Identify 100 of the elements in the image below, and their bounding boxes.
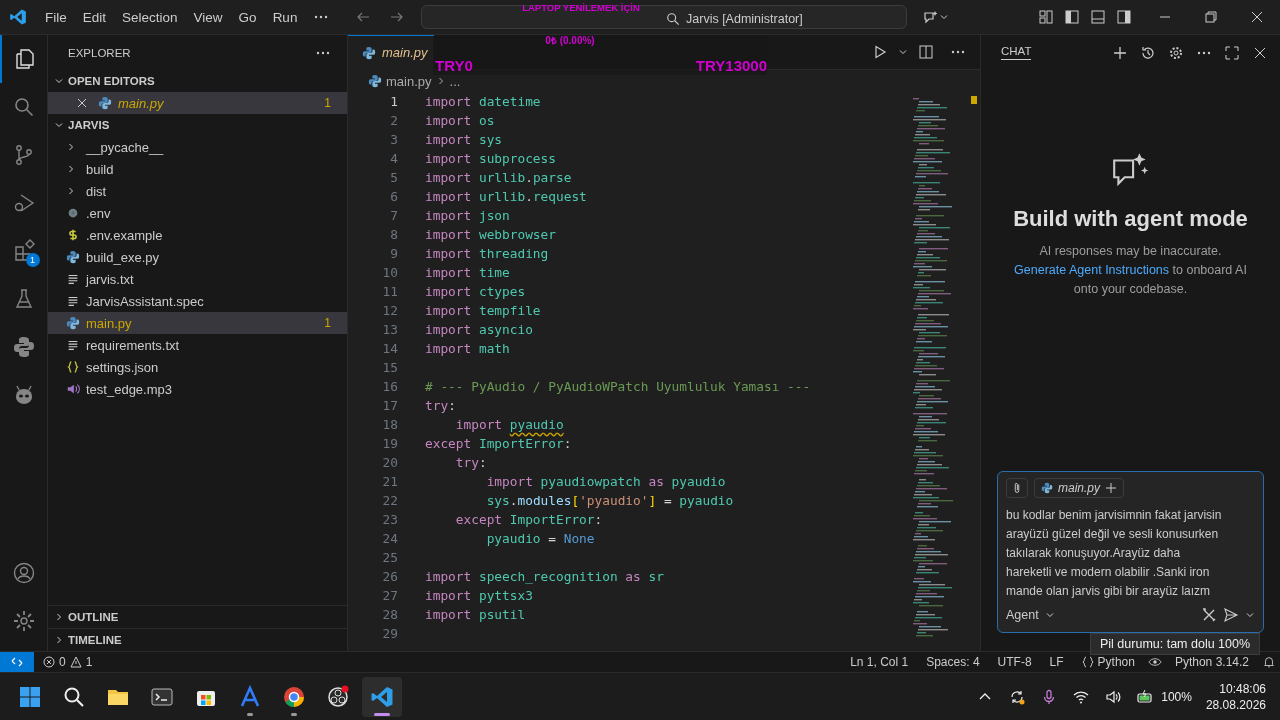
file-tree-item[interactable]: build_exe.py	[48, 246, 347, 268]
line-number: 22	[381, 493, 398, 508]
breadcrumb-item[interactable]: ...	[449, 73, 461, 89]
line-number: 7	[389, 208, 398, 223]
code-line: import datetime	[425, 94, 541, 109]
file-tree-item[interactable]: .env.example	[48, 224, 347, 246]
overlay-amount: 0₺ (0.00%)	[544, 34, 596, 47]
problem-count: 1	[324, 316, 331, 330]
message-field[interactable]: bu kodlar benim jarvisimnin fakat jarvisin arayüzü güzel değil ve sesli konusurken takılarak konuşuyor.Arayüz daha hareketli ve modern olabilir .Sanki iron mande olan jarvis gibi bir arayüz laızm	[1006, 506, 1227, 604]
code-line: import asyncio	[425, 322, 533, 337]
status-item[interactable]: Spaces: 4	[917, 655, 989, 669]
status-item[interactable]: UTF-8	[988, 655, 1041, 669]
clock-time[interactable]: 10:48:06	[1219, 680, 1266, 697]
code-line: import os	[425, 113, 495, 128]
file-tree-item[interactable]: dist	[48, 180, 347, 202]
file-tree-item[interactable]: settings.json	[48, 356, 347, 378]
attachment-chip[interactable]: main.py	[1034, 478, 1125, 498]
file-tree-item[interactable]: main.py 1	[48, 312, 347, 334]
overlay-start-amount: TRY0	[435, 57, 473, 74]
line-number: 26	[381, 569, 398, 584]
file-tree-item[interactable]: __pycache__	[48, 136, 347, 158]
editor-tab[interactable]: main.py	[348, 34, 434, 70]
overlay-heading: LAPTOP YENİLEMEK İÇİN	[521, 2, 641, 13]
error-count[interactable]: 0	[59, 655, 66, 669]
warning-count[interactable]: 1	[85, 655, 93, 669]
overlay-goal-amount: TRY13000	[695, 57, 767, 74]
code-line: pyaudio = None	[485, 531, 595, 546]
code-line: try:	[425, 398, 456, 413]
line-number: 24	[381, 531, 398, 546]
code-line: import json	[425, 208, 510, 223]
code-line: import webbrowser	[425, 227, 556, 242]
code-line: import pyttsx3	[425, 588, 533, 603]
code-line: import threading	[425, 246, 549, 261]
line-number: 16	[381, 379, 398, 394]
code-line: sys.modules['pyaudio'] = pyaudio	[485, 493, 734, 508]
line-number: 20	[381, 455, 398, 470]
code-line: # --- PyAudio / PyAudioWPatch Uyumluluk Yaması ---	[425, 379, 811, 394]
line-number: 23	[381, 512, 398, 527]
line-number: 5	[389, 170, 398, 185]
section-header[interactable]: OPEN EDITORS	[48, 70, 347, 92]
line-number: 6	[389, 189, 398, 204]
menu-item[interactable]: Run	[264, 9, 306, 25]
code-line: import urllib.request	[425, 189, 587, 204]
menu-item[interactable]: View	[185, 9, 231, 25]
code-line: except ImportError:	[425, 436, 572, 451]
line-number: 1	[389, 94, 398, 109]
file-tree-item[interactable]: test_edge.mp3	[48, 378, 347, 400]
menu-item[interactable]: Selection	[114, 9, 186, 25]
code-line: import speech_recognition as sr	[425, 569, 664, 584]
file-tree-item[interactable]: build	[48, 158, 347, 180]
code-line: import math	[425, 341, 510, 356]
code-line: except ImportError:	[454, 512, 603, 527]
line-number: 25	[381, 550, 398, 565]
line-number: 29	[381, 626, 398, 641]
line-number: 14	[381, 341, 398, 356]
language-mode[interactable]: Python	[1097, 655, 1135, 669]
line-number: 12	[381, 303, 398, 318]
menu-item[interactable]: Edit	[74, 9, 115, 25]
line-number: 13	[381, 322, 398, 337]
code-line: import subprocess	[425, 151, 556, 166]
agent-instructions-link[interactable]: Generate Agent Instructions	[1014, 263, 1170, 277]
battery-tooltip: Pil durumu: tam dolu 100%	[1090, 633, 1261, 655]
section-header[interactable]: OUTLINE	[48, 605, 347, 628]
line-number: 17	[381, 398, 398, 413]
clock-date[interactable]: 28.08.2026	[1205, 696, 1266, 713]
menu-item[interactable]: Go	[230, 9, 265, 25]
line-number: 8	[389, 227, 398, 242]
file-tree-item[interactable]: requirements.txt	[48, 334, 347, 356]
code-line: import urllib.parse	[425, 170, 572, 185]
line-number: 4	[389, 151, 398, 166]
folder-header[interactable]: JARVIS	[48, 114, 347, 136]
line-number: 2	[389, 113, 398, 128]
file-tree-item[interactable]: .env	[48, 202, 347, 224]
open-editor-item[interactable]: main.py 1	[48, 92, 347, 114]
file-tree-item[interactable]: JarvisAssistant.spec	[48, 290, 347, 312]
battery-percentage[interactable]: 100%	[1161, 689, 1192, 704]
line-number: 21	[381, 474, 398, 489]
line-number: 3	[389, 132, 398, 147]
code-line: import tempfile	[425, 303, 541, 318]
code-line: import ctypes	[425, 284, 526, 299]
mode-dropdown[interactable]: Agent	[1006, 608, 1039, 622]
code-line: import sys	[425, 132, 503, 147]
chat-title[interactable]: CHAT	[1001, 45, 1032, 60]
code-line: try:	[454, 455, 487, 470]
breadcrumb-item[interactable]: main.py	[386, 73, 432, 89]
code-line: import pyaudiowpatch as pyaudio	[485, 474, 726, 489]
line-number: 27	[381, 588, 398, 603]
notification-badge: 1	[25, 253, 40, 267]
line-number: 18	[381, 417, 398, 432]
code-line: import pyaudio	[454, 417, 564, 432]
line-number: 9	[389, 246, 398, 261]
file-tree-item[interactable]: jarvis.txt	[48, 268, 347, 290]
menu-item[interactable]: File	[37, 9, 75, 25]
sidebar-title: EXPLORER	[68, 46, 131, 59]
line-number: 28	[381, 607, 398, 622]
status-item[interactable]: LF	[1040, 655, 1073, 669]
problem-count: 1	[324, 96, 331, 110]
interpreter-button[interactable]: Python 3.14.2	[1165, 655, 1258, 669]
status-item[interactable]: Ln 1, Col 1	[841, 655, 918, 669]
disclaimer-text: AI responses may be inaccurate.	[1038, 243, 1223, 260]
